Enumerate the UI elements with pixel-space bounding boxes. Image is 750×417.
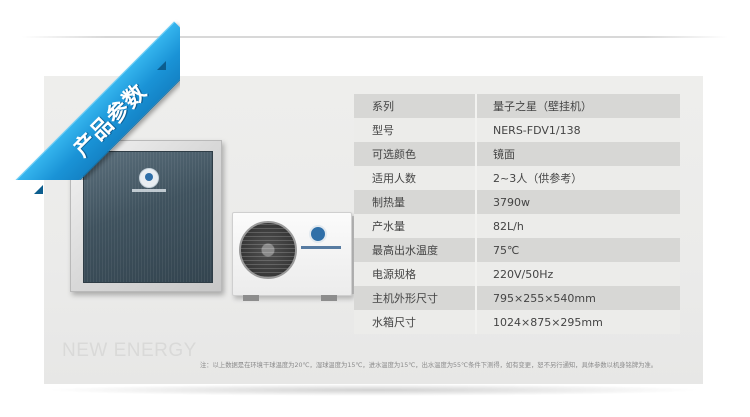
spec-value: 795×255×540mm: [476, 286, 680, 310]
spec-value: 镜面: [476, 142, 680, 166]
ribbon-fold: [34, 185, 43, 194]
spec-value: 量子之星（壁挂机）: [476, 94, 680, 118]
watermark-text: NEW ENERGY: [62, 340, 197, 361]
table-row: 可选颜色 镜面: [354, 142, 680, 166]
fan-icon: [239, 221, 297, 279]
spec-label: 型号: [354, 118, 477, 142]
spec-value: 82L/h: [476, 214, 680, 238]
spec-label: 最高出水温度: [354, 238, 477, 262]
table-row: 适用人数 2~3人（供参考）: [354, 166, 680, 190]
unit-foot: [243, 295, 259, 301]
table-row: 主机外形尺寸 795×255×540mm: [354, 286, 680, 310]
brand-logo-icon: [139, 168, 159, 188]
corner-ribbon: 产品参数: [0, 0, 180, 180]
footnote: 注：以上数据是在环境干球温度为20℃，湿球温度为15℃，进水温度为15℃，出水温…: [200, 362, 658, 369]
ribbon-fold: [157, 61, 166, 70]
table-row: 系列 量子之星（壁挂机）: [354, 94, 680, 118]
outdoor-unit-image: [232, 212, 352, 301]
spec-value: 75℃: [476, 238, 680, 262]
panel-shadow: [44, 384, 703, 396]
spec-value: 220V/50Hz: [476, 262, 680, 286]
spec-label: 水箱尺寸: [354, 310, 477, 334]
spec-table: 系列 量子之星（壁挂机） 型号 NERS-FDV1/138 可选颜色 镜面 适用…: [354, 94, 680, 334]
table-row: 水箱尺寸 1024×875×295mm: [354, 310, 680, 334]
table-row: 制热量 3790w: [354, 190, 680, 214]
spec-label: 可选颜色: [354, 142, 477, 166]
spec-label: 制热量: [354, 190, 477, 214]
brand-logo-icon: [309, 225, 327, 243]
table-row: 最高出水温度 75℃: [354, 238, 680, 262]
ribbon-label: 产品参数: [69, 79, 153, 163]
spec-label: 系列: [354, 94, 477, 118]
spec-value: 3790w: [476, 190, 680, 214]
table-row: 产水量 82L/h: [354, 214, 680, 238]
spec-label: 主机外形尺寸: [354, 286, 477, 310]
table-row: 电源规格 220V/50Hz: [354, 262, 680, 286]
unit-foot: [321, 295, 337, 301]
brand-logo-mark: [301, 246, 341, 249]
spec-label: 适用人数: [354, 166, 477, 190]
spec-value: 2~3人（供参考）: [476, 166, 680, 190]
spec-label: 电源规格: [354, 262, 477, 286]
spec-label: 产水量: [354, 214, 477, 238]
ribbon-band: 产品参数: [11, 21, 180, 180]
spec-value: NERS-FDV1/138: [476, 118, 680, 142]
spec-value: 1024×875×295mm: [476, 310, 680, 334]
brand-logo-mark: [132, 189, 166, 192]
table-row: 型号 NERS-FDV1/138: [354, 118, 680, 142]
